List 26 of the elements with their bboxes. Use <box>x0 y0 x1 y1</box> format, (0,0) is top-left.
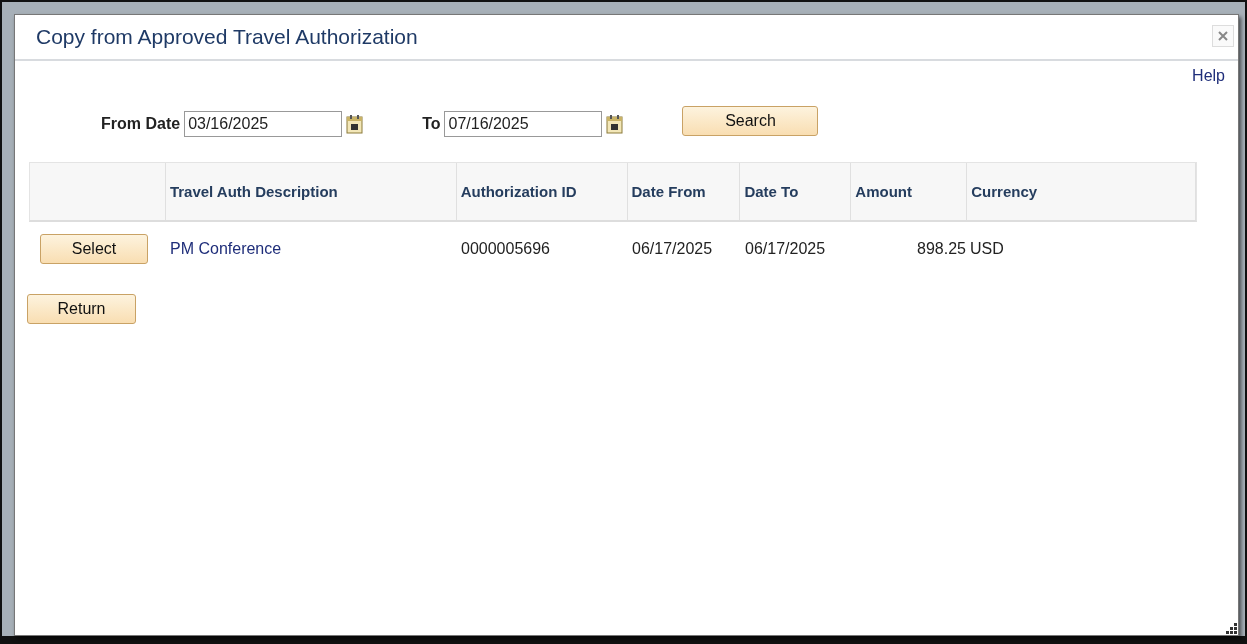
column-header: Authorization ID <box>460 183 577 200</box>
help-link[interactable]: Help <box>1192 67 1225 85</box>
column-header: Currency <box>971 183 1038 200</box>
table-cell: 06/17/2025 <box>632 240 713 258</box>
date-field[interactable]: 07/16/2025 <box>444 111 603 137</box>
table-cell: 06/17/2025 <box>745 240 826 258</box>
column-header: Date From <box>631 183 706 200</box>
calendar-icon[interactable] <box>606 114 625 134</box>
dialog-title: Copy from Approved Travel Authorization <box>36 25 418 49</box>
table-cell: 898.25 <box>917 240 966 258</box>
field-label: From Date <box>101 115 181 133</box>
search-button[interactable]: Search <box>682 106 819 136</box>
select-button[interactable]: Select <box>40 234 148 264</box>
date-field[interactable]: 03/16/2025 <box>184 111 343 137</box>
return-button[interactable]: Return <box>27 294 136 324</box>
column-header: Travel Auth Description <box>169 183 338 200</box>
column-header: Date To <box>744 183 799 200</box>
close-button[interactable] <box>1212 25 1234 47</box>
close-icon <box>1218 31 1228 41</box>
table-cell: 0000005696 <box>461 240 550 258</box>
calendar-icon[interactable] <box>346 114 365 134</box>
resize-grip-icon[interactable] <box>1224 621 1238 635</box>
field-label: To <box>422 115 441 133</box>
description-link[interactable]: PM Conference <box>170 240 282 258</box>
column-header: Amount <box>855 183 912 200</box>
table-cell: USD <box>970 240 1004 258</box>
